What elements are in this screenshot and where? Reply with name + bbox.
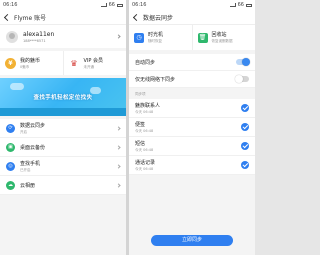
chevron-right-icon (116, 163, 121, 169)
auto-sync-setting: 自动同步 (129, 54, 255, 71)
backup-icon: ▣ (6, 142, 15, 152)
trash-icon: 🗑 (197, 32, 208, 43)
sync-item-contacts[interactable]: 魅族联系人 今天 06:48 (129, 99, 255, 118)
cloud-icon (10, 83, 24, 90)
locate-icon: ◎ (6, 161, 15, 171)
chevron-right-icon (116, 34, 121, 39)
my-coins-item[interactable]: ¥ 我的魅币 0魅币 (0, 51, 63, 75)
signal-icon (229, 3, 236, 7)
status-bar: 06:16 66 (129, 0, 255, 10)
menu-item-find-phone[interactable]: ◎ 查找手机 已开启 (0, 157, 126, 176)
cloud-sync-screen: 06:16 66 数据云同步 ◷ 时光机 随时恢复 🗑 回收站 恢复误删数据 自… (129, 0, 255, 255)
coin-icon: ¥ (5, 57, 16, 69)
sync-icon: ⟳ (6, 123, 15, 133)
sync-now-button[interactable]: 立即同步 (151, 235, 233, 246)
signal-icon (100, 3, 107, 7)
status-time: 06:16 (3, 2, 18, 8)
clock-icon: ◷ (134, 32, 144, 43)
back-icon[interactable] (132, 13, 141, 21)
status-bar: 06:16 66 (0, 0, 126, 10)
sync-items-list: 魅族联系人 今天 06:48 便签 今天 06:48 短信 今天 06:48 通… (129, 99, 255, 175)
status-time: 06:16 (132, 2, 147, 8)
checkmark-icon[interactable] (241, 161, 249, 169)
chevron-right-icon (116, 125, 121, 131)
sync-item-call-log[interactable]: 通话记录 今天 06:48 (129, 156, 255, 175)
battery-level: 66 (237, 2, 244, 8)
battery-level: 66 (108, 2, 115, 8)
banner-text: 查找手机轻松定位找失 (33, 95, 93, 101)
sync-item-notes[interactable]: 便签 今天 06:48 (129, 118, 255, 137)
battery-icon (246, 3, 252, 7)
wallet-row: ¥ 我的魅币 0魅币 ♛ VIP 会员 未开通 (0, 51, 126, 75)
vip-member-item[interactable]: ♛ VIP 会员 未开通 (62, 51, 127, 75)
recycle-bin-item[interactable]: 🗑 回收站 恢复误删数据 (191, 25, 256, 50)
find-phone-banner[interactable]: 查找手机轻松定位找失 (0, 78, 126, 116)
title-bar: Flyme 账号 (0, 10, 126, 24)
wifi-only-setting: 仅无线网络下同步 (129, 71, 255, 88)
checkmark-icon[interactable] (241, 123, 249, 131)
sync-item-sms[interactable]: 短信 今天 06:48 (129, 137, 255, 156)
chevron-right-icon (116, 144, 121, 150)
page-title: Flyme 账号 (14, 14, 47, 22)
tools-row: ◷ 时光机 随时恢复 🗑 回收站 恢复误删数据 (129, 24, 255, 50)
profile-phone: 188****6571 (23, 38, 46, 43)
avatar (6, 30, 18, 43)
auto-sync-toggle[interactable] (236, 58, 250, 66)
profile-name: alexa11en (23, 30, 55, 38)
account-screen: 06:16 66 Flyme 账号 alexa11en 188****6571 … (0, 0, 126, 255)
title-bar: 数据云同步 (129, 10, 255, 24)
account-menu: ⟳ 数据云同步 开启 ▣ 桌面云备份 ◎ 查找手机 已开启 ☁ 云相册 (0, 119, 126, 195)
time-machine-item[interactable]: ◷ 时光机 随时恢复 (129, 25, 192, 50)
checkmark-icon[interactable] (241, 104, 249, 112)
section-header: 同步项 (135, 92, 146, 96)
chevron-right-icon (116, 182, 121, 188)
menu-item-cloud-album[interactable]: ☁ 云相册 (0, 176, 126, 195)
battery-icon (117, 3, 123, 7)
profile-card[interactable]: alexa11en 188****6571 (0, 24, 126, 48)
wifi-only-toggle[interactable] (235, 75, 249, 83)
menu-item-desktop-backup[interactable]: ▣ 桌面云备份 (0, 138, 126, 157)
page-title: 数据云同步 (143, 14, 174, 22)
album-icon: ☁ (6, 180, 15, 190)
menu-item-cloud-sync[interactable]: ⟳ 数据云同步 开启 (0, 119, 126, 138)
back-icon[interactable] (3, 13, 12, 21)
checkmark-icon[interactable] (241, 142, 249, 150)
crown-icon: ♛ (70, 58, 78, 68)
